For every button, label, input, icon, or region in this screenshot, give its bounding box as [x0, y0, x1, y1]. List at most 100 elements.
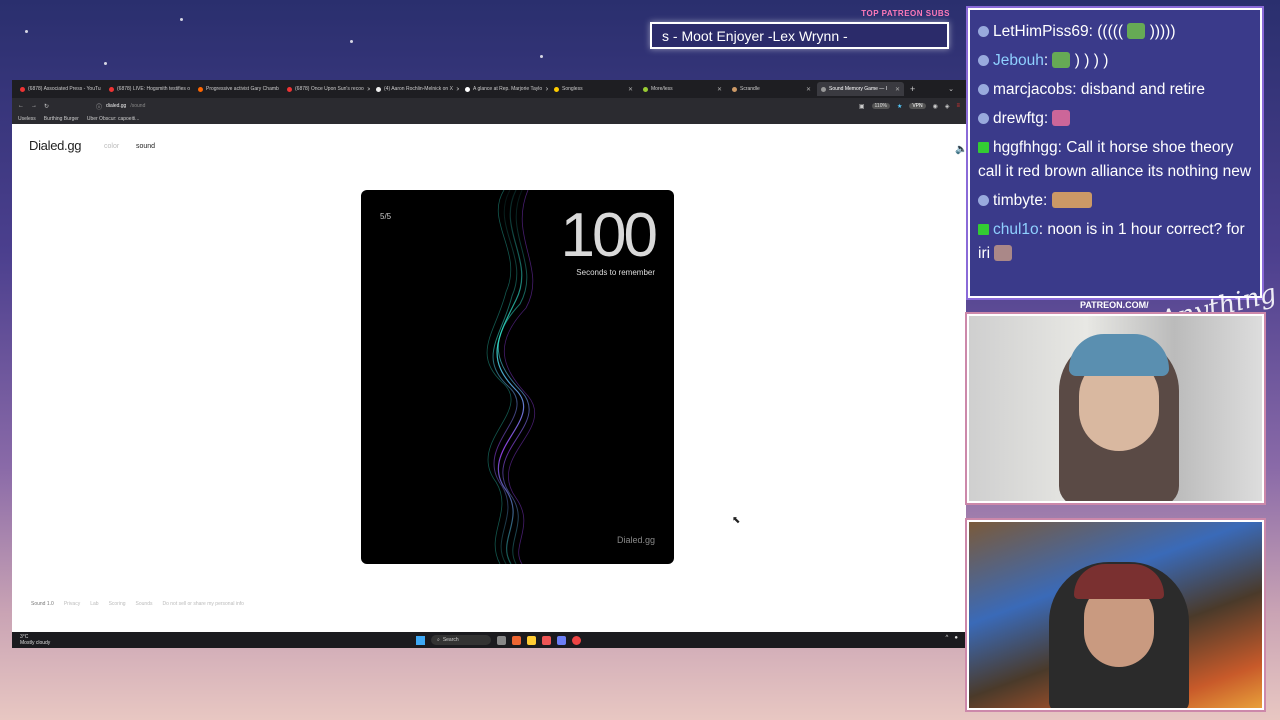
chat-badge-icon [978, 224, 989, 235]
menu-icon[interactable]: ≡ [956, 103, 960, 109]
url-field[interactable]: ⓘ dialed.gg/sound [96, 102, 145, 111]
chat-badge-icon [978, 195, 989, 206]
vpn-button[interactable]: VPN [909, 103, 926, 109]
wallet-icon[interactable]: ◈ [945, 103, 950, 110]
footer-link-lab[interactable]: Lab [90, 601, 98, 607]
browser-tab[interactable]: Songless ✕ [550, 82, 637, 96]
close-icon[interactable]: ✕ [895, 86, 900, 93]
browser-tab[interactable]: (6878) Associated Press - YouTu✕ [16, 82, 103, 96]
star-decoration [180, 18, 183, 21]
windows-start-icon[interactable] [416, 635, 425, 645]
browser-tab[interactable]: Scrandle ✕ [728, 82, 815, 96]
bookmark-star-icon[interactable]: ★ [897, 103, 902, 110]
tab-label: Songless [562, 86, 583, 92]
patreon-subs-label: TOP PATREON SUBS [861, 9, 950, 18]
site-logo[interactable]: Dialed.gg [29, 138, 82, 153]
chat-username: chul1o [993, 221, 1039, 238]
chat-text: ))))) [1149, 23, 1176, 40]
bookmark-item[interactable]: Burthing Burger [44, 116, 79, 122]
chat-badge-icon [978, 113, 989, 124]
footer-link-scoring[interactable]: Scoring [109, 601, 126, 607]
weather-desc: Mostly cloudy [20, 640, 51, 646]
chat-message: chul1o: noon is in 1 hour correct? for i… [978, 221, 1245, 262]
chat-username: timbyte [993, 192, 1043, 209]
discord-icon[interactable] [557, 635, 566, 645]
tab-label: (6878) Associated Press - YouTu [28, 86, 101, 92]
wave-line [496, 190, 525, 564]
windows-taskbar: 3°C Mostly cloudy ⌕ Search ^ ● [12, 632, 966, 648]
tab-menu-icon[interactable]: ⌄ [948, 85, 966, 93]
browser-tab[interactable]: (6878) LIVE: Hogsmith testifies o✕ [105, 82, 192, 96]
footer-link-privacy-optout[interactable]: Do not sell or share my personal info [162, 601, 243, 607]
url-host: dialed.gg [106, 103, 127, 109]
emote-icon [1051, 192, 1092, 208]
url-path: /sound [130, 103, 146, 109]
search-icon: ⌕ [437, 637, 440, 643]
browser-tab-active[interactable]: Sound Memory Game — I ✕ [817, 82, 904, 96]
browser-tab[interactable]: (4) Aaron Rochlin-Melnick on X ✕ [372, 82, 459, 96]
nav-color[interactable]: color [104, 143, 119, 150]
back-icon[interactable]: ← [18, 103, 24, 109]
mouse-cursor-icon: ⬉ [732, 515, 741, 526]
close-icon[interactable]: ✕ [545, 86, 548, 93]
chat-badge-icon [978, 26, 989, 37]
close-icon[interactable]: ✕ [806, 86, 811, 93]
obs-icon[interactable] [572, 635, 581, 645]
close-icon[interactable]: ✕ [456, 86, 459, 93]
close-icon[interactable]: ✕ [367, 86, 370, 93]
person-hair [1069, 334, 1169, 376]
tab-label: (6878) LIVE: Hogsmith testifies o [117, 86, 191, 92]
tab-label: (6878) Once Upon Sun's recoo [295, 86, 364, 92]
emote-icon [1127, 23, 1146, 39]
volume-icon[interactable]: 🔈 [955, 144, 966, 155]
chat-message: drewftg: [978, 107, 1252, 131]
chat-username: LetHimPiss69 [993, 23, 1089, 40]
site-icon [465, 86, 470, 92]
extension-icon[interactable]: ◉ [933, 103, 938, 110]
task-view-icon[interactable] [497, 635, 506, 645]
countdown-label: Seconds to remember [576, 268, 655, 277]
emote-icon [1052, 52, 1071, 68]
page-footer: Sound 1.0 Privacy Lab Scoring Sounds Do … [31, 601, 244, 607]
site-icon [554, 86, 559, 92]
nav-sound[interactable]: sound [136, 143, 155, 150]
mic-icon[interactable]: ● [954, 635, 958, 641]
emote-icon [994, 245, 1013, 261]
card-brand: Dialed.gg [616, 535, 655, 545]
star-decoration [350, 40, 353, 43]
tab-label: Scrandle [740, 86, 760, 92]
star-decoration [540, 55, 543, 58]
site-icon [732, 86, 737, 92]
screenshot-icon[interactable]: ▣ [859, 103, 865, 110]
browser-tab[interactable]: Progressive activist Gary Chamb✕ [194, 82, 281, 96]
site-info-icon[interactable]: ⓘ [96, 102, 102, 111]
footer-link-privacy[interactable]: Privacy [64, 601, 80, 607]
footer-link-sounds[interactable]: Sounds [136, 601, 153, 607]
tab-bar: (6878) Associated Press - YouTu✕ (6878) … [12, 80, 966, 98]
browser-tab[interactable]: A glance at Rep. Marjorie Taylo ✕ [461, 82, 548, 96]
chat-message: timbyte: [978, 189, 1252, 213]
taskbar-search[interactable]: ⌕ Search [431, 635, 491, 645]
file-explorer-icon[interactable] [527, 635, 536, 645]
zoom-level[interactable]: 110% [871, 103, 890, 109]
reload-icon[interactable]: ↻ [44, 103, 49, 110]
chat-username: drewftg [993, 110, 1044, 127]
weather-widget[interactable]: 3°C Mostly cloudy [20, 634, 50, 646]
chat-username: Jebouh [993, 52, 1044, 69]
address-bar: ← → ↻ ⓘ dialed.gg/sound ▣ 110% ★ VPN ◉ ◈… [12, 98, 966, 114]
emote-icon [1052, 110, 1071, 126]
bookmark-item[interactable]: Useless [18, 116, 36, 122]
new-tab-icon[interactable]: + [906, 84, 919, 94]
close-icon[interactable]: ✕ [628, 86, 633, 93]
x-icon [376, 86, 381, 92]
bookmark-item[interactable]: Uber Obscur: capoeiti... [87, 116, 140, 122]
tab-label: A glance at Rep. Marjorie Taylo [473, 86, 543, 92]
forward-icon[interactable]: → [31, 103, 37, 109]
browser-tab[interactable]: (6878) Once Upon Sun's recoo ✕ [283, 82, 370, 96]
app-icon[interactable] [542, 635, 551, 645]
browser-tab[interactable]: More/less ✕ [639, 82, 726, 96]
brave-icon[interactable] [512, 635, 521, 645]
close-icon[interactable]: ✕ [717, 86, 722, 93]
tray-chevron-icon[interactable]: ^ [946, 635, 949, 641]
webcam-feed [967, 314, 1264, 503]
